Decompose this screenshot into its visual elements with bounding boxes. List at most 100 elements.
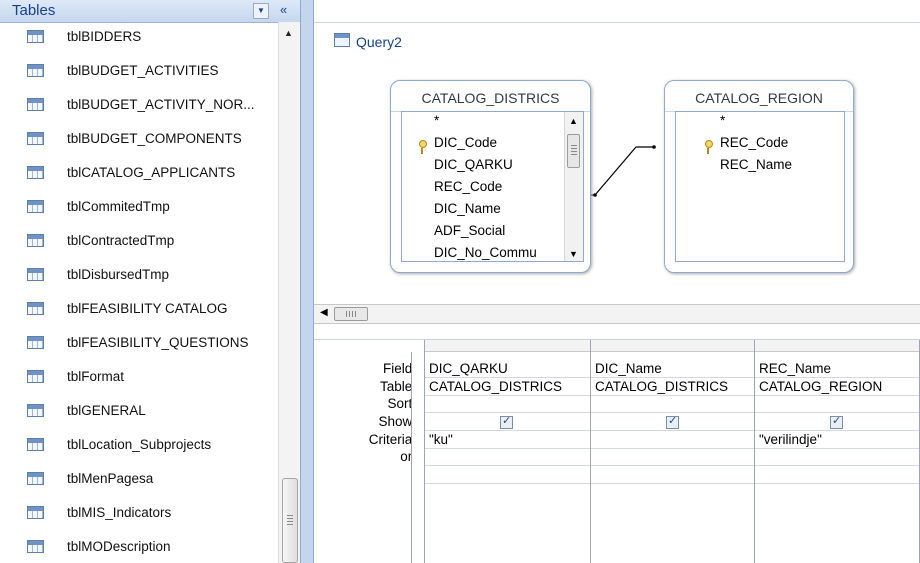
grid-cell-table[interactable]: CATALOG_DISTRICS [429,378,562,395]
field-item[interactable]: * [434,112,439,132]
table-icon [27,506,44,519]
table-list-item[interactable]: tblBUDGET_ACTIVITY_NOR... [0,90,278,124]
nav-pane-header[interactable]: Tables ▼ « [0,0,300,23]
table-design-area[interactable]: CATALOG_DISTRICS * DIC_Code DIC_QARKU RE… [314,60,920,304]
table-list-item[interactable]: tblMenPagesa [0,464,278,498]
field-item[interactable]: DIC_QARKU [434,154,513,176]
column-selector[interactable] [755,340,919,352]
field-item[interactable]: * [720,112,725,132]
scrollbar-grip-icon [287,515,293,525]
table-name: tblCommitedTmp [67,199,170,214]
show-checkbox[interactable] [830,414,843,429]
table-icon [27,370,44,383]
table-icon [27,404,44,417]
table-name: tblFormat [67,369,125,384]
table-name: tblFEASIBILITY CATALOG [67,301,228,316]
pane-divider[interactable] [300,0,314,563]
table-list-item[interactable]: tblBUDGET_ACTIVITIES [0,56,278,90]
scrollbar-thumb[interactable] [282,478,298,563]
pane-splitter[interactable] [314,324,920,340]
scrollbar-thumb[interactable] [334,307,368,321]
grid-row-selector[interactable] [411,352,424,563]
grid-column[interactable]: DIC_Name CATALOG_DISTRICS [590,340,754,563]
query-icon [334,33,350,47]
table-icon [27,268,44,281]
table-name: tblMIS_Indicators [67,505,172,520]
table-list-item[interactable]: tblCATALOG_APPLICANTS [0,158,278,192]
chevron-down-icon[interactable]: ▼ [253,3,269,19]
query-tab[interactable]: Query2 [314,22,920,61]
table-name: tblBUDGET_ACTIVITIES [67,63,219,78]
field-item[interactable]: REC_Code [720,132,788,154]
field-item[interactable]: DIC_No_Commu [434,242,537,261]
field-list-body: * DIC_Code DIC_QARKU REC_Code DIC_Name A… [401,111,584,262]
table-name: tblLocation_Subprojects [67,437,212,452]
field-item[interactable]: REC_Code [434,176,502,198]
table-list-item[interactable]: tblBIDDERS [0,22,278,56]
primary-key-icon [704,140,713,154]
grid-cell-field[interactable]: DIC_QARKU [429,360,508,377]
nav-pane-title: Tables [12,2,56,19]
table-icon [27,64,44,77]
grid-column[interactable]: REC_Name CATALOG_REGION "verilindje" [754,340,920,563]
column-selector[interactable] [591,340,754,352]
grid-cell-criteria[interactable]: "verilindje" [759,431,822,448]
table-list-item[interactable]: tblContractedTmp [0,226,278,260]
table-list-item[interactable]: tblDisbursedTmp [0,260,278,294]
field-item[interactable]: REC_Name [720,154,792,176]
show-checkbox[interactable] [500,414,513,429]
table-list-item[interactable]: tblFEASIBILITY_QUESTIONS [0,328,278,362]
scroll-up-arrow-icon[interactable]: ▲ [569,116,578,126]
table-name: tblDisbursedTmp [67,267,170,282]
table-icon [27,438,44,451]
table-name: tblContractedTmp [67,233,175,248]
table-icon [27,200,44,213]
column-selector[interactable] [425,340,590,352]
field-list-body: * REC_Code REC_Name [675,111,845,262]
nav-scrollbar[interactable]: ▲ [278,22,301,563]
table-icon [27,540,44,553]
table-icon [27,98,44,111]
table-list: tblBIDDERS tblBUDGET_ACTIVITIES tblBUDGE… [0,22,278,563]
table-icon [27,166,44,179]
table-name: tblBUDGET_ACTIVITY_NOR... [67,97,255,112]
table-list-item[interactable]: tblBUDGET_COMPONENTS [0,124,278,158]
field-list-scrollbar[interactable]: ▲ ▼ [564,112,583,261]
table-list-item[interactable]: tblMIS_Indicators [0,498,278,532]
field-item[interactable]: ADF_Social [434,220,505,242]
field-list-title[interactable]: CATALOG_DISTRICS [391,81,590,112]
table-list-item[interactable]: tblGENERAL [0,396,278,430]
field-list-catalog-region[interactable]: CATALOG_REGION * REC_Code REC_Name [664,80,854,273]
table-icon [27,30,44,43]
scroll-left-arrow-icon[interactable]: ◀ [320,307,328,318]
table-icon [27,302,44,315]
scrollbar-grip-icon [571,145,577,155]
scroll-down-arrow-icon[interactable]: ▼ [569,249,578,259]
scrollbar-thumb[interactable] [567,134,580,168]
table-list-item[interactable]: tblCommitedTmp [0,192,278,226]
grid-row-headers: Field: Table: Sort: Show: Criteria: or: [314,340,424,563]
table-icon [27,132,44,145]
grid-cell-table[interactable]: CATALOG_DISTRICS [595,378,728,395]
field-list-title[interactable]: CATALOG_REGION [665,81,853,112]
grid-column[interactable]: DIC_QARKU CATALOG_DISTRICS "ku" [424,340,590,563]
query-tab-label: Query2 [356,34,402,50]
field-item[interactable]: DIC_Code [434,132,497,154]
collapse-pane-icon[interactable]: « [280,1,287,19]
table-list-item[interactable]: tblLocation_Subprojects [0,430,278,464]
design-area-scrollbar[interactable]: ◀ [314,304,920,324]
field-item[interactable]: DIC_Name [434,198,501,220]
table-list-item[interactable]: tblFEASIBILITY CATALOG [0,294,278,328]
show-checkbox[interactable] [666,414,679,429]
scroll-up-arrow-icon[interactable]: ▲ [284,28,293,38]
primary-key-icon [418,140,427,154]
grid-cell-field[interactable]: DIC_Name [595,360,662,377]
table-list-item[interactable]: tblFormat [0,362,278,396]
grid-cell-field[interactable]: REC_Name [759,360,831,377]
table-list-item[interactable]: tblMODescription [0,532,278,563]
field-list-catalog-districs[interactable]: CATALOG_DISTRICS * DIC_Code DIC_QARKU RE… [390,80,591,273]
grid-cell-table[interactable]: CATALOG_REGION [759,378,882,395]
grid-cell-criteria[interactable]: "ku" [429,431,453,448]
table-icon [27,234,44,247]
table-name: tblMenPagesa [67,471,154,486]
